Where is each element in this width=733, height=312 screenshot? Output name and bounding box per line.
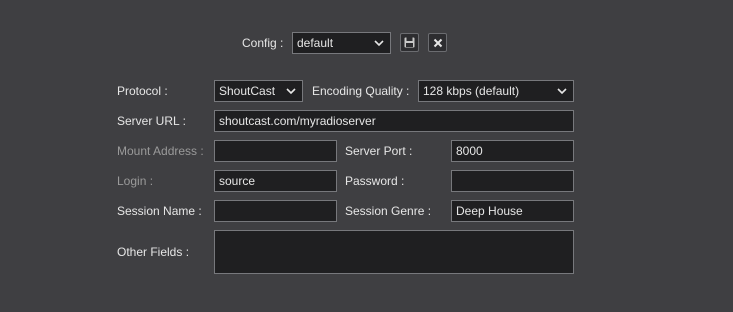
session-name-label: Session Name :	[117, 204, 202, 218]
login-input[interactable]	[214, 170, 337, 192]
encoding-quality-select-value: 128 kbps (default)	[423, 84, 520, 98]
login-label: Login :	[117, 174, 154, 188]
mount-address-input[interactable]	[214, 140, 337, 162]
password-input[interactable]	[451, 170, 574, 192]
config-label: Config :	[242, 36, 284, 50]
config-select[interactable]: default	[292, 32, 391, 54]
encoding-quality-select[interactable]: 128 kbps (default)	[418, 80, 574, 102]
other-fields-label: Other Fields :	[117, 245, 190, 259]
protocol-select-value: ShoutCast	[219, 84, 276, 98]
save-config-button[interactable]	[400, 33, 419, 52]
server-url-input[interactable]	[214, 110, 574, 132]
mount-address-label: Mount Address :	[117, 144, 204, 158]
config-select-value: default	[297, 36, 334, 50]
session-genre-label: Session Genre :	[345, 204, 432, 218]
protocol-select[interactable]: ShoutCast	[214, 80, 303, 102]
close-icon	[433, 38, 442, 47]
server-port-label: Server Port :	[345, 144, 413, 158]
session-genre-input[interactable]	[451, 200, 574, 222]
chevron-down-icon	[374, 40, 384, 47]
encoding-quality-label: Encoding Quality :	[312, 84, 410, 98]
other-fields-textarea[interactable]	[214, 230, 574, 274]
floppy-disk-icon	[404, 37, 415, 48]
server-port-input[interactable]	[451, 140, 574, 162]
delete-config-button[interactable]	[428, 33, 447, 52]
protocol-label: Protocol :	[117, 84, 168, 98]
password-label: Password :	[345, 174, 405, 188]
session-name-input[interactable]	[214, 200, 337, 222]
chevron-down-icon	[286, 88, 296, 95]
chevron-down-icon	[557, 88, 567, 95]
server-url-label: Server URL :	[117, 114, 186, 128]
